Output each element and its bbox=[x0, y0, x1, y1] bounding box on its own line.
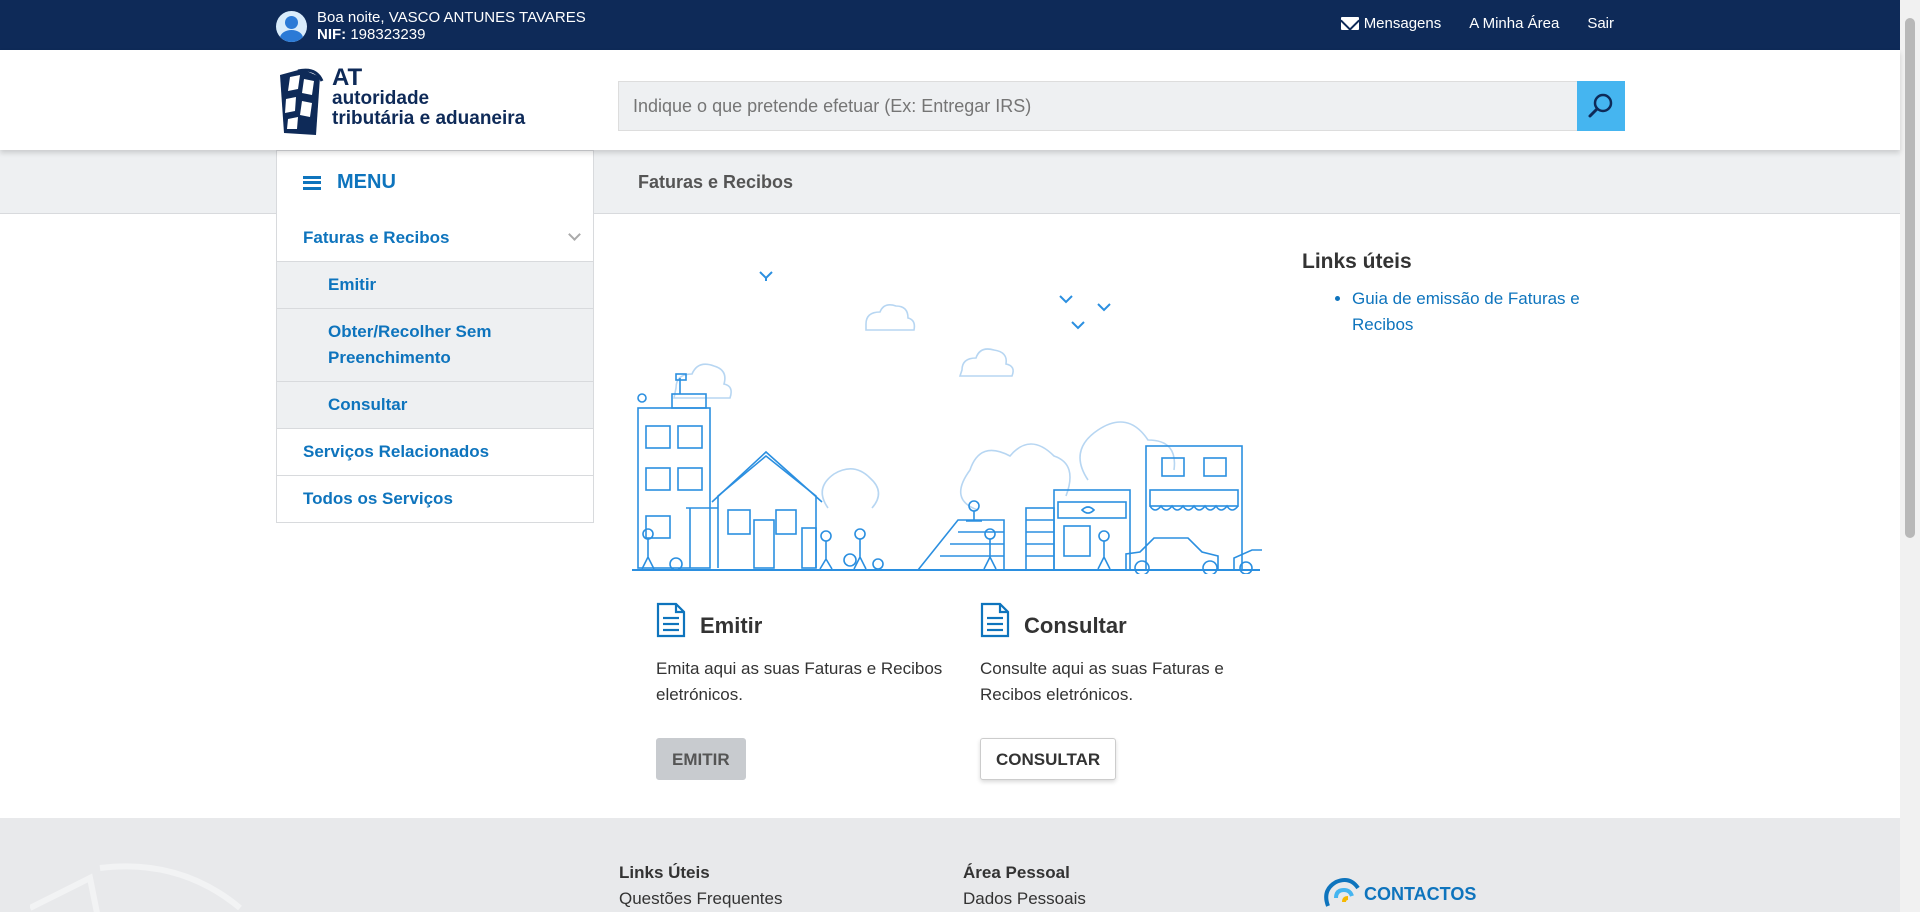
logout-link[interactable]: Sair bbox=[1587, 15, 1614, 32]
top-bar: Boa noite, VASCO ANTUNES TAVARES NIF: 19… bbox=[0, 0, 1900, 50]
footer-links-heading: Links Úteis bbox=[619, 863, 710, 882]
sidebar-item-faturas-recibos[interactable]: Faturas e Recibos bbox=[277, 214, 593, 261]
user-info: Boa noite, VASCO ANTUNES TAVARES NIF: 19… bbox=[276, 9, 586, 43]
sidebar-item-consultar[interactable]: Consultar bbox=[277, 381, 593, 428]
search-bar bbox=[618, 81, 1625, 131]
search-button[interactable] bbox=[1577, 81, 1625, 131]
document-icon bbox=[980, 602, 1010, 638]
messages-link[interactable]: Mensagens bbox=[1340, 15, 1441, 32]
hamburger-icon bbox=[303, 175, 321, 190]
my-area-link[interactable]: A Minha Área bbox=[1469, 15, 1559, 32]
chevron-down-icon bbox=[568, 228, 581, 241]
footer-col-links: Links Úteis Questões Frequentes bbox=[619, 863, 782, 909]
personal-data-link[interactable]: Dados Pessoais bbox=[963, 889, 1086, 909]
city-illustration bbox=[632, 271, 1262, 574]
list-item: Guia de emissão de Faturas e Recibos bbox=[1352, 286, 1602, 338]
user-avatar-icon bbox=[276, 10, 307, 42]
search-icon bbox=[1588, 93, 1613, 118]
at-logo[interactable]: AT autoridade tributária e aduaneira bbox=[276, 64, 526, 137]
emitir-title: Emitir bbox=[700, 613, 763, 638]
emitir-button[interactable]: EMITIR bbox=[656, 738, 746, 780]
logo-line2: autoridade bbox=[332, 88, 430, 109]
emitir-card: Emitir Emita aqui as suas Faturas e Reci… bbox=[656, 602, 946, 780]
logo-at: AT bbox=[332, 64, 363, 91]
breadcrumb: Faturas e Recibos bbox=[638, 172, 794, 192]
footer-personal-heading: Área Pessoal bbox=[963, 863, 1070, 882]
side-menu: Faturas e Recibos Emitir Obter/Recolher … bbox=[276, 214, 594, 523]
menu-label: MENU bbox=[337, 171, 396, 193]
nif-value: 198323239 bbox=[350, 26, 426, 43]
nif-label: NIF: bbox=[317, 26, 347, 43]
emitir-description: Emita aqui as suas Faturas e Recibos ele… bbox=[656, 659, 943, 704]
top-links: Mensagens A Minha Área Sair bbox=[1340, 15, 1614, 32]
useful-links-title: Links úteis bbox=[1302, 250, 1412, 273]
sidebar-item-emitir[interactable]: Emitir bbox=[277, 261, 593, 308]
sidebar-item-obter-recolher[interactable]: Obter/Recolher Sem Preenchimento bbox=[277, 308, 593, 381]
consultar-card: Consultar Consulte aqui as suas Faturas … bbox=[980, 602, 1270, 780]
envelope-icon bbox=[1340, 17, 1359, 30]
menu-toggle[interactable]: MENU bbox=[276, 150, 594, 214]
footer-col-personal: Área Pessoal Dados Pessoais bbox=[963, 863, 1086, 909]
page-scrollbar[interactable] bbox=[1900, 0, 1920, 912]
consultar-title: Consultar bbox=[1024, 613, 1127, 638]
logo-line3: tributária e aduaneira bbox=[332, 108, 526, 129]
search-input[interactable] bbox=[618, 81, 1577, 131]
footer-emblem-icon bbox=[30, 863, 242, 912]
scrollbar-thumb[interactable] bbox=[1905, 18, 1915, 538]
contacts-label: CONTACTOS bbox=[1364, 883, 1477, 904]
consultar-button[interactable]: CONSULTAR bbox=[980, 738, 1117, 780]
sidebar-item-todos-servicos[interactable]: Todos os Serviços bbox=[277, 475, 593, 522]
sidebar-item-servicos-relacionados[interactable]: Serviços Relacionados bbox=[277, 428, 593, 475]
chat-bubble-icon bbox=[1324, 878, 1360, 907]
contacts-link[interactable]: CONTACTOS bbox=[1322, 876, 1476, 912]
greeting-text: Boa noite, VASCO ANTUNES TAVARES bbox=[317, 9, 586, 26]
faq-link[interactable]: Questões Frequentes bbox=[619, 889, 782, 909]
nif-line: NIF: 198323239 bbox=[317, 26, 586, 43]
at-emblem-icon bbox=[280, 68, 324, 135]
document-icon bbox=[656, 602, 686, 638]
guide-link[interactable]: Guia de emissão de Faturas e Recibos bbox=[1352, 289, 1580, 334]
useful-links: Links úteis Guia de emissão de Faturas e… bbox=[1302, 250, 1602, 338]
header: AT autoridade tributária e aduaneira bbox=[0, 50, 1900, 150]
consultar-description: Consulte aqui as suas Faturas e Recibos … bbox=[980, 659, 1224, 704]
footer: Links Úteis Questões Frequentes Área Pes… bbox=[0, 818, 1900, 912]
